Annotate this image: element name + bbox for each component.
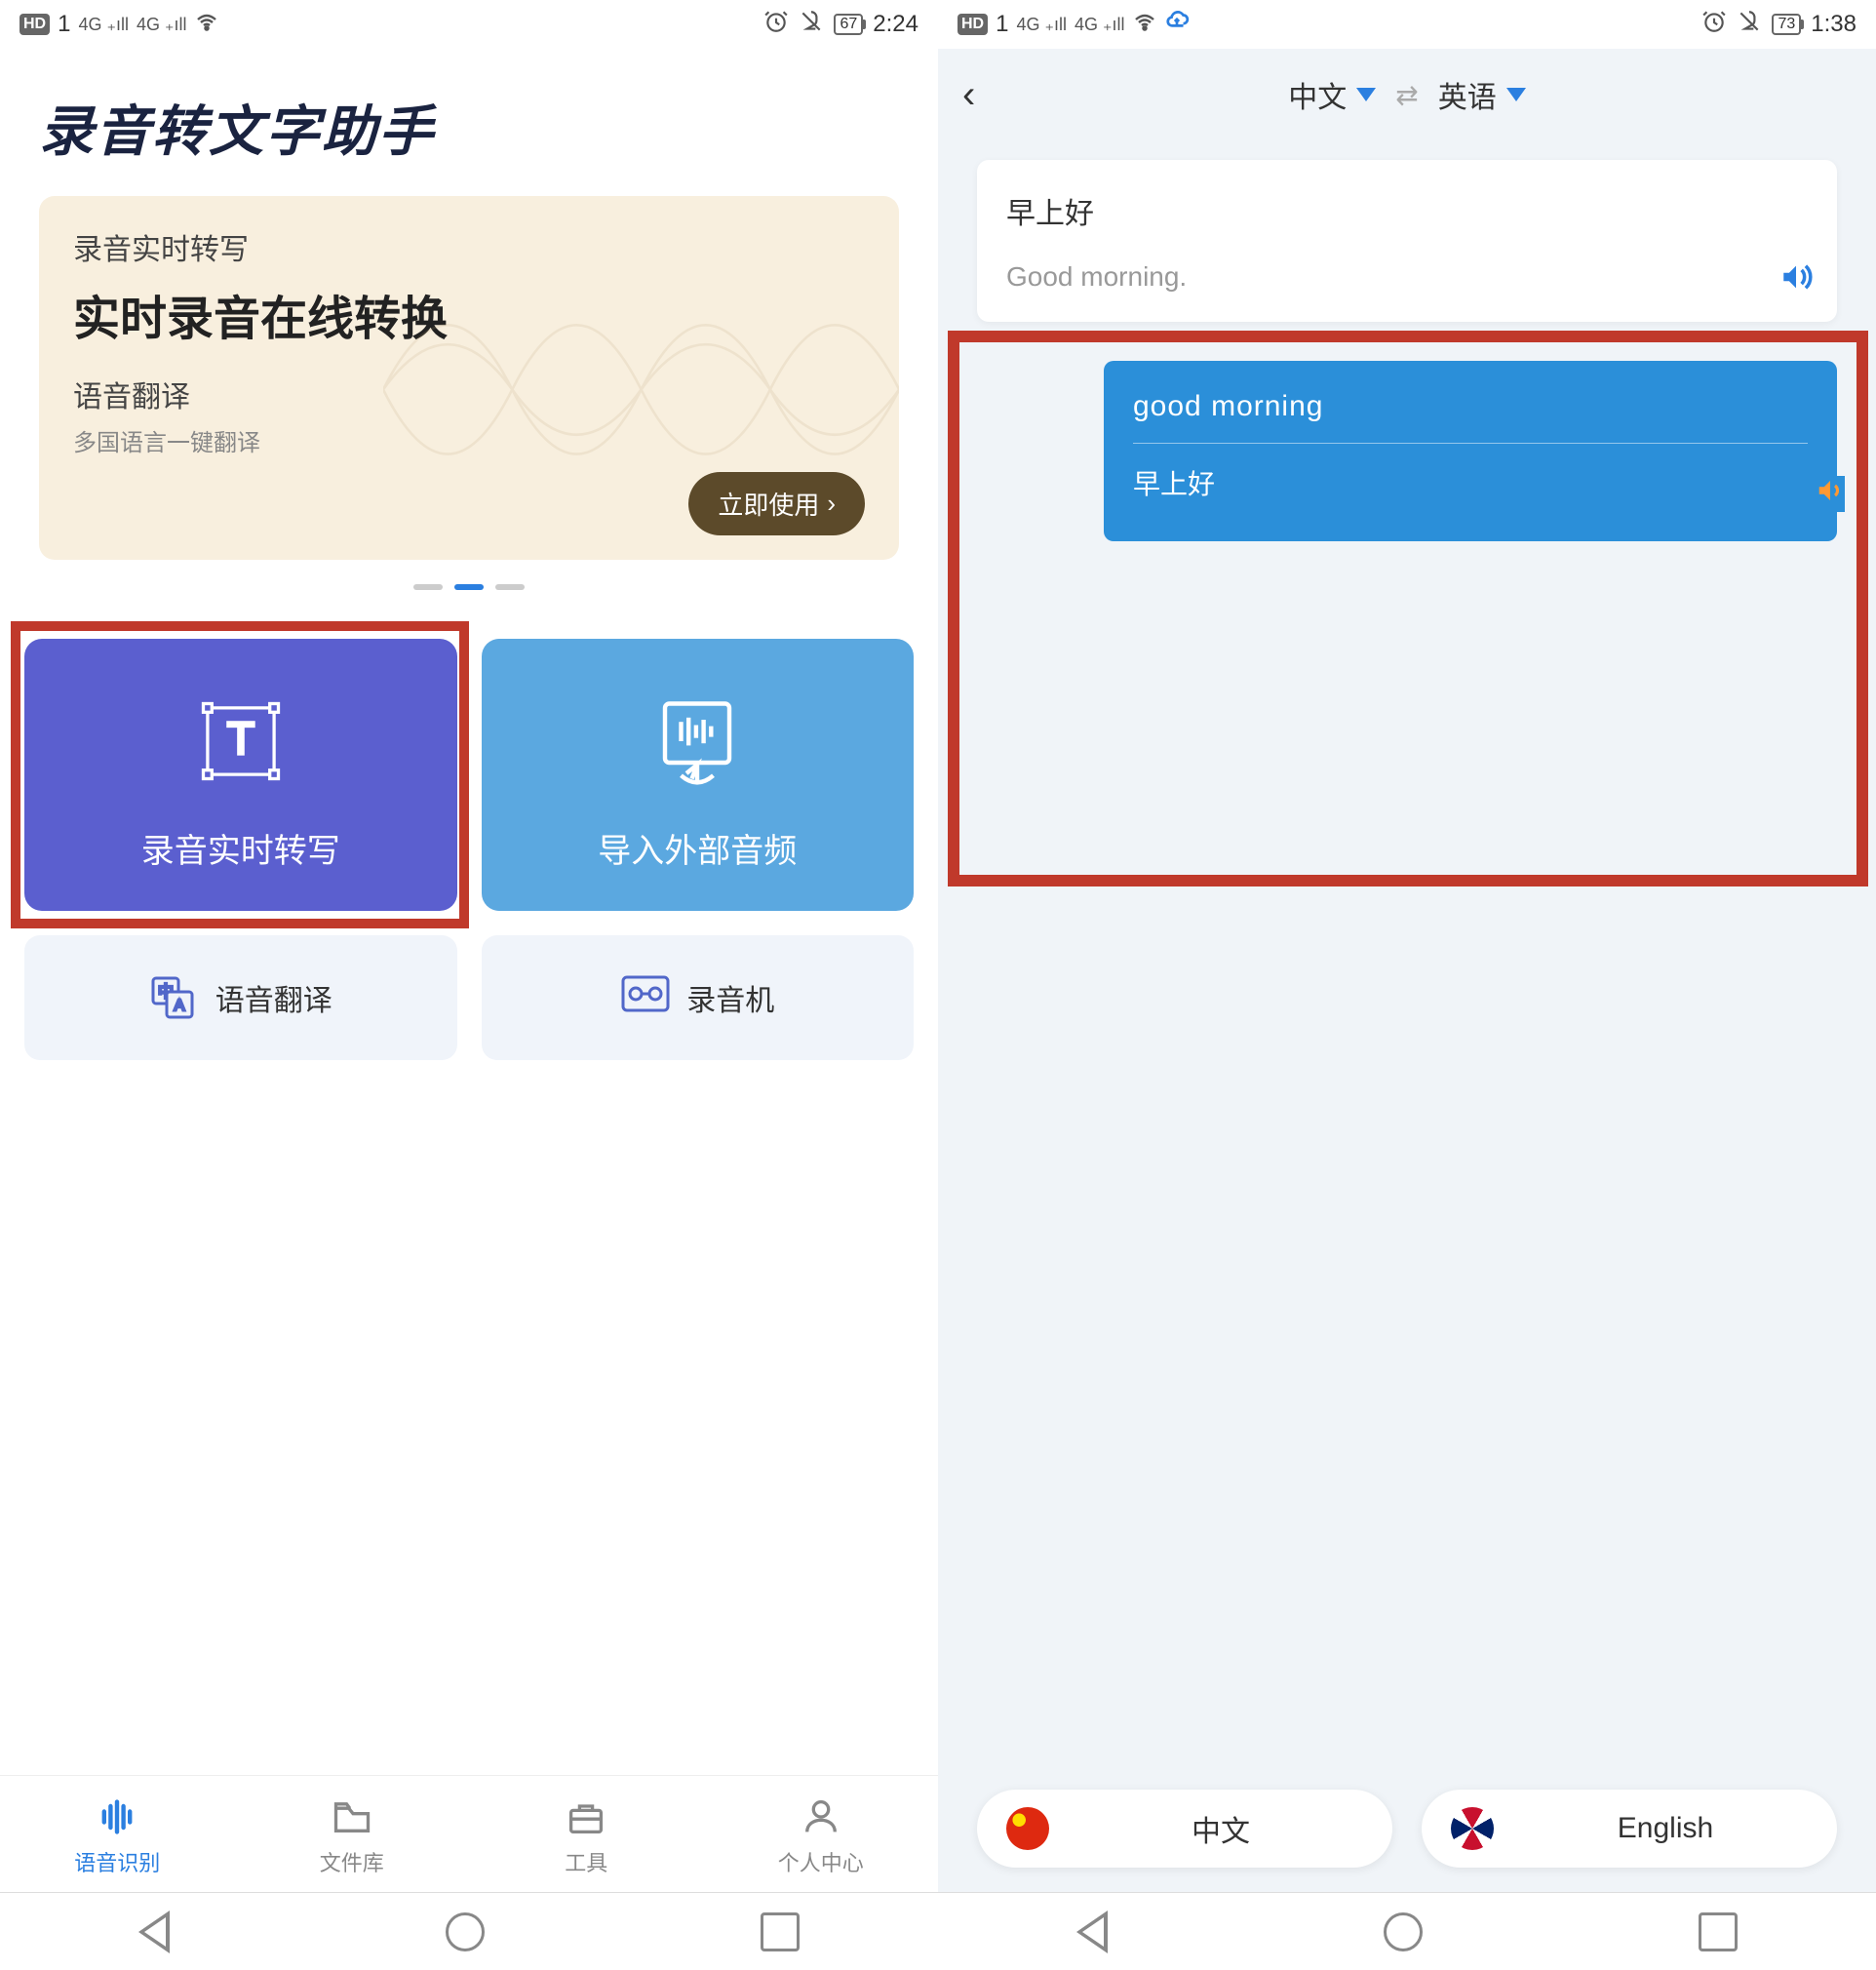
divider bbox=[1133, 443, 1808, 444]
translate-icon: 中 A bbox=[149, 974, 196, 1021]
status-bar: HD 1 4G ₊ıll 4G ₊ıll 67 2:24 bbox=[0, 0, 938, 49]
wave-decoration-icon bbox=[383, 196, 899, 560]
chat-area: 早上好 Good morning. good morning 早上好 bbox=[938, 140, 1876, 561]
speaker-icon[interactable] bbox=[1779, 260, 1813, 302]
chevron-down-icon bbox=[1356, 88, 1376, 101]
translated-text: 早上好 bbox=[1133, 463, 1808, 502]
nav-voice[interactable]: 语音识别 bbox=[0, 1795, 235, 1877]
person-icon bbox=[800, 1795, 842, 1838]
source-text: 早上好 bbox=[1006, 189, 1808, 232]
folder-icon bbox=[331, 1795, 373, 1838]
dot-active[interactable] bbox=[454, 584, 484, 590]
dot[interactable] bbox=[413, 584, 443, 590]
record-transcribe-card[interactable]: T 录音实时转写 bbox=[24, 639, 457, 911]
speak-chinese-button[interactable]: 中文 bbox=[977, 1790, 1392, 1868]
toolbox-icon bbox=[565, 1795, 607, 1838]
translation-card-incoming[interactable]: 早上好 Good morning. bbox=[977, 160, 1837, 322]
wifi-icon bbox=[195, 10, 218, 40]
hd-icon: HD bbox=[958, 14, 988, 35]
mute-icon bbox=[799, 9, 824, 41]
lang-to-selector[interactable]: 英语 bbox=[1438, 73, 1526, 116]
uk-flag-icon bbox=[1451, 1807, 1494, 1850]
language-buttons: 中文 English bbox=[938, 1765, 1876, 1892]
wifi-icon bbox=[1133, 10, 1156, 40]
chevron-down-icon bbox=[1506, 88, 1526, 101]
bottom-nav: 语音识别 文件库 工具 个人中心 bbox=[0, 1775, 938, 1892]
system-recent-button[interactable] bbox=[761, 1912, 800, 1951]
svg-text:T: T bbox=[227, 713, 254, 764]
dot[interactable] bbox=[495, 584, 525, 590]
hd-icon: HD bbox=[20, 14, 50, 35]
carousel-dots bbox=[0, 584, 938, 590]
system-back-button[interactable] bbox=[1076, 1911, 1108, 1953]
text-transform-icon: T bbox=[187, 688, 294, 795]
battery-icon: 73 bbox=[1772, 14, 1801, 35]
signal-icon: 4G ₊ıll bbox=[1075, 15, 1125, 35]
battery-icon: 67 bbox=[834, 14, 863, 35]
app-title: 录音转文字助手 bbox=[0, 49, 938, 196]
system-home-button[interactable] bbox=[1384, 1912, 1423, 1951]
card-label: 录音机 bbox=[686, 976, 774, 1019]
system-recent-button[interactable] bbox=[1699, 1912, 1738, 1951]
svg-text:A: A bbox=[174, 998, 184, 1014]
voice-translate-card[interactable]: 中 A 语音翻译 bbox=[24, 935, 457, 1060]
import-audio-icon bbox=[644, 688, 751, 795]
signal-icon: 4G ₊ıll bbox=[78, 15, 129, 35]
lang-from-selector[interactable]: 中文 bbox=[1288, 73, 1376, 116]
alarm-icon bbox=[763, 9, 789, 41]
signal-icon: 4G ₊ıll bbox=[137, 15, 187, 35]
china-flag-icon bbox=[1006, 1807, 1049, 1850]
speaker-icon[interactable] bbox=[1816, 476, 1845, 512]
system-nav bbox=[0, 1892, 938, 1970]
status-time: 2:24 bbox=[873, 11, 918, 38]
nav-files[interactable]: 文件库 bbox=[235, 1795, 470, 1877]
translated-text: Good morning. bbox=[1006, 261, 1808, 293]
hero-banner[interactable]: 录音实时转写 实时录音在线转换 语音翻译 多国语言一键翻译 立即使用 › bbox=[39, 196, 899, 560]
cassette-icon bbox=[620, 974, 667, 1021]
card-label: 录音实时转写 bbox=[141, 824, 340, 872]
back-button[interactable]: ‹ bbox=[962, 73, 975, 117]
card-label: 语音翻译 bbox=[215, 976, 332, 1019]
nav-tools[interactable]: 工具 bbox=[469, 1795, 704, 1877]
source-text: good morning bbox=[1133, 390, 1808, 423]
phone-screen-translate: HD 1 4G ₊ıll 4G ₊ıll 73 1:38 ‹ 中文 ⇄ 英语 早… bbox=[938, 0, 1876, 1970]
signal-icon: 4G ₊ıll bbox=[1016, 15, 1067, 35]
nav-profile[interactable]: 个人中心 bbox=[704, 1795, 939, 1877]
cloud-sync-icon bbox=[1164, 9, 1190, 40]
phone-screen-home: HD 1 4G ₊ıll 4G ₊ıll 67 2:24 录音转文字助手 录音实… bbox=[0, 0, 938, 1970]
translate-header: ‹ 中文 ⇄ 英语 bbox=[938, 49, 1876, 140]
recorder-card[interactable]: 录音机 bbox=[482, 935, 915, 1060]
swap-languages-button[interactable]: ⇄ bbox=[1395, 79, 1418, 111]
speak-english-button[interactable]: English bbox=[1422, 1790, 1837, 1868]
status-time: 1:38 bbox=[1811, 11, 1856, 38]
status-bar: HD 1 4G ₊ıll 4G ₊ıll 73 1:38 bbox=[938, 0, 1876, 49]
translation-card-outgoing[interactable]: good morning 早上好 bbox=[1104, 361, 1837, 541]
import-audio-card[interactable]: 导入外部音频 bbox=[482, 639, 915, 911]
alarm-icon bbox=[1701, 9, 1727, 41]
mute-icon bbox=[1737, 9, 1762, 41]
system-nav bbox=[938, 1892, 1876, 1970]
voice-icon bbox=[96, 1795, 138, 1838]
system-home-button[interactable] bbox=[446, 1912, 485, 1951]
system-back-button[interactable] bbox=[138, 1911, 170, 1953]
card-label: 导入外部音频 bbox=[598, 824, 797, 872]
